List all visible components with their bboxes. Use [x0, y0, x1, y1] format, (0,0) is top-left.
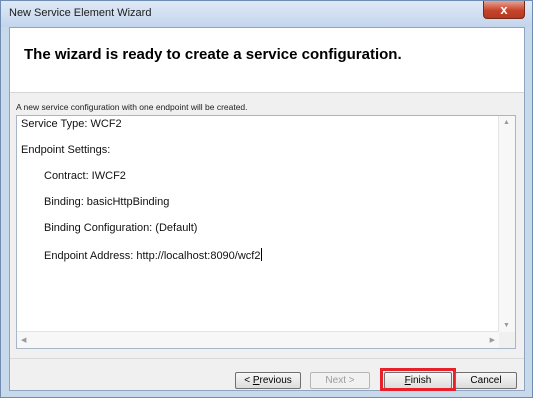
- window-title: New Service Element Wizard: [9, 7, 152, 19]
- scroll-corner: [499, 332, 515, 348]
- previous-prefix: <: [244, 375, 253, 386]
- summary-textbox[interactable]: Service Type: WCF2 Endpoint Settings: Co…: [16, 115, 516, 349]
- close-icon: x: [500, 2, 508, 17]
- text-caret: [261, 248, 263, 261]
- cancel-label: Cancel: [470, 375, 502, 386]
- contract-line: Contract: IWCF2: [44, 170, 126, 182]
- endpoint-address-text: Endpoint Address: http://localhost:8090/…: [44, 250, 261, 262]
- scroll-up-arrow-icon[interactable]: ▲: [503, 119, 510, 126]
- service-type-line: Service Type: WCF2: [21, 118, 122, 130]
- scroll-right-arrow-icon[interactable]: ▶: [490, 336, 495, 344]
- wizard-header: The wizard is ready to create a service …: [10, 28, 524, 93]
- horizontal-scrollbar[interactable]: ◀ ▶: [17, 331, 499, 348]
- title-bar[interactable]: New Service Element Wizard x: [1, 1, 532, 27]
- button-divider: [10, 358, 524, 359]
- next-label: Next >: [325, 375, 355, 386]
- next-button[interactable]: Next >: [310, 372, 370, 389]
- binding-line: Binding: basicHttpBinding: [44, 196, 170, 208]
- previous-button[interactable]: < Previous: [235, 372, 301, 389]
- previous-mnemonic: P: [252, 375, 260, 386]
- summary-description: A new service configuration with one end…: [16, 102, 248, 112]
- endpoint-settings-heading: Endpoint Settings:: [21, 144, 111, 156]
- finish-highlight-box: [380, 368, 456, 391]
- page-title: The wizard is ready to create a service …: [24, 46, 402, 63]
- wizard-window: New Service Element Wizard x The wizard …: [0, 0, 533, 398]
- vertical-scrollbar[interactable]: ▲ ▼: [498, 116, 515, 332]
- binding-configuration-line: Binding Configuration: (Default): [44, 222, 198, 234]
- close-button[interactable]: x: [483, 1, 525, 19]
- wizard-client-area: The wizard is ready to create a service …: [9, 27, 525, 391]
- scroll-left-arrow-icon[interactable]: ◀: [21, 336, 26, 344]
- scroll-down-arrow-icon[interactable]: ▼: [503, 322, 510, 329]
- endpoint-address-line: Endpoint Address: http://localhost:8090/…: [44, 248, 263, 262]
- cancel-button[interactable]: Cancel: [455, 372, 517, 389]
- previous-label: revious: [259, 375, 292, 386]
